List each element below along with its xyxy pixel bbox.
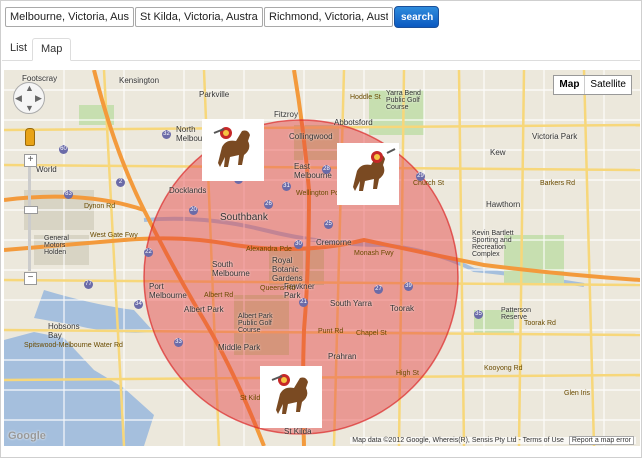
zoom-slider-track[interactable] <box>28 167 31 271</box>
road-chapel: Chapel St <box>356 330 387 337</box>
place-patterson-reserve: Patterson Reserve <box>501 307 531 321</box>
road-dynon: Dynon Rd <box>84 203 116 210</box>
road-high: High St <box>396 370 419 377</box>
pan-control[interactable]: ▲ ▼ ◀ ▶ <box>13 82 45 114</box>
place-kensington: Kensington <box>119 76 160 85</box>
road-church: Church St <box>413 180 445 187</box>
place-world: World <box>36 165 57 174</box>
map-marker-st-kilda[interactable] <box>260 366 322 428</box>
map-marker-richmond[interactable] <box>337 143 399 205</box>
place-royal-botanic-gardens: Royal Botanic Gardens <box>272 256 303 283</box>
route-shield: 39 <box>404 282 413 291</box>
route-shield: 26 <box>264 200 273 209</box>
route-shield: 30 <box>294 240 303 249</box>
zoom-out-button[interactable]: − <box>24 272 37 285</box>
place-general-motors: General Motors Holden <box>44 235 69 256</box>
horse-icon <box>260 366 322 428</box>
pan-left-icon[interactable]: ◀ <box>15 93 22 104</box>
route-shield: 33 <box>174 338 183 347</box>
search-button[interactable]: search <box>394 6 439 28</box>
tab-map[interactable]: Map <box>32 38 72 61</box>
road-barkers: Barkers Rd <box>540 180 576 187</box>
route-shield: 22 <box>144 248 153 257</box>
route-shield: 34 <box>134 300 143 309</box>
place-victoria-park: Victoria Park <box>532 132 578 141</box>
route-shield: 27 <box>374 285 383 294</box>
horse-icon <box>202 119 264 181</box>
horse-icon <box>337 143 399 205</box>
map-canvas[interactable]: Footscray Kensington Parkville Fitzroy N… <box>4 70 640 446</box>
place-hawthorn: Hawthorn <box>486 200 521 209</box>
place-abbotsford: Abbotsford <box>334 118 373 127</box>
zoom-slider-knob[interactable] <box>24 206 38 214</box>
place-collingwood: Collingwood <box>289 132 333 141</box>
route-shield: 21 <box>299 298 308 307</box>
pan-right-icon[interactable]: ▶ <box>35 93 42 104</box>
place-fitzroy: Fitzroy <box>274 110 298 119</box>
zoom-in-button[interactable]: + <box>24 154 37 167</box>
pan-up-icon[interactable]: ▲ <box>25 83 34 93</box>
route-shield: 25 <box>324 220 333 229</box>
route-shield: 77 <box>84 280 93 289</box>
road-alexandra: Alexandra Pde <box>246 246 292 253</box>
place-southbank: Southbank <box>220 212 268 223</box>
road-spitswood: Spitswood-Melbourne Water Rd <box>24 342 123 349</box>
route-shield: 83 <box>64 190 73 199</box>
road-west-gate: West Gate Fwy <box>90 232 138 239</box>
map-marker-melbourne[interactable] <box>202 119 264 181</box>
place-south-yarra: South Yarra <box>330 299 372 308</box>
map-tiles <box>4 70 640 446</box>
map-type-map-button[interactable]: Map <box>554 76 586 94</box>
location-input-3[interactable] <box>264 7 393 27</box>
route-shield: 2 <box>116 178 125 187</box>
place-st-kilda: St Kilda <box>284 427 312 436</box>
route-shield: 60 <box>59 145 68 154</box>
route-shield: 31 <box>282 182 291 191</box>
attribution-text: Map data ©2012 Google, Whereis(R), Sensi… <box>352 437 517 444</box>
road-hoddle: Hoddle St <box>350 94 381 101</box>
place-hobsons-bay: Hobsons Bay <box>48 322 80 340</box>
route-shield: 28 <box>322 165 331 174</box>
place-prahran: Prahran <box>328 352 357 361</box>
road-punt: Punt Rd <box>318 328 344 335</box>
place-yarra-bend: Yarra Bend Public Golf Course <box>386 90 421 111</box>
report-map-error-button[interactable]: Report a map error <box>568 436 634 445</box>
terms-of-use-link[interactable]: Terms of Use <box>523 437 564 444</box>
location-input-2[interactable] <box>135 7 263 27</box>
google-logo: Google <box>8 430 46 442</box>
road-wellington: Wellington Pde <box>296 190 343 197</box>
road-albert: Albert Rd <box>204 292 234 299</box>
map-attribution: Map data ©2012 Google, Whereis(R), Sensi… <box>350 436 636 445</box>
route-shield: 32 <box>162 130 171 139</box>
route-shield: 20 <box>189 206 198 215</box>
road-kooyong: Kooyong Rd <box>484 365 523 372</box>
place-south-melbourne: South Melbourne <box>212 260 250 278</box>
road-monash: Monash Fwy <box>354 250 394 257</box>
zoom-control: + − <box>24 154 38 285</box>
road-toorak: Toorak Rd <box>524 320 556 327</box>
place-kew: Kew <box>490 148 506 157</box>
place-parkville: Parkville <box>199 90 230 99</box>
location-input-1[interactable] <box>5 7 134 27</box>
place-kevin-bartlett: Kevin Bartlett Sporting and Recreation C… <box>472 230 514 258</box>
pan-down-icon[interactable]: ▼ <box>25 103 34 113</box>
place-cremorne: Cremorne <box>316 238 352 247</box>
place-docklands: Docklands <box>169 186 207 195</box>
street-view-pegman-icon[interactable] <box>25 128 35 146</box>
road-queens: Queens Rd <box>260 285 296 292</box>
route-shield: 35 <box>474 310 483 319</box>
map-type-satellite-button[interactable]: Satellite <box>585 76 631 94</box>
place-toorak: Toorak <box>390 304 415 313</box>
map-type-control: Map Satellite <box>553 75 632 95</box>
road-glen-iris: Glen Iris <box>564 390 591 397</box>
place-port-melbourne: Port Melbourne <box>149 282 187 300</box>
place-albert-park: Albert Park <box>184 305 224 314</box>
view-tabs: List Map <box>2 36 640 61</box>
place-albert-park-golf: Albert Park Public Golf Course <box>238 313 273 334</box>
route-shield: 29 <box>416 172 425 181</box>
place-middle-park: Middle Park <box>218 343 261 352</box>
tab-list[interactable]: List <box>2 38 35 59</box>
